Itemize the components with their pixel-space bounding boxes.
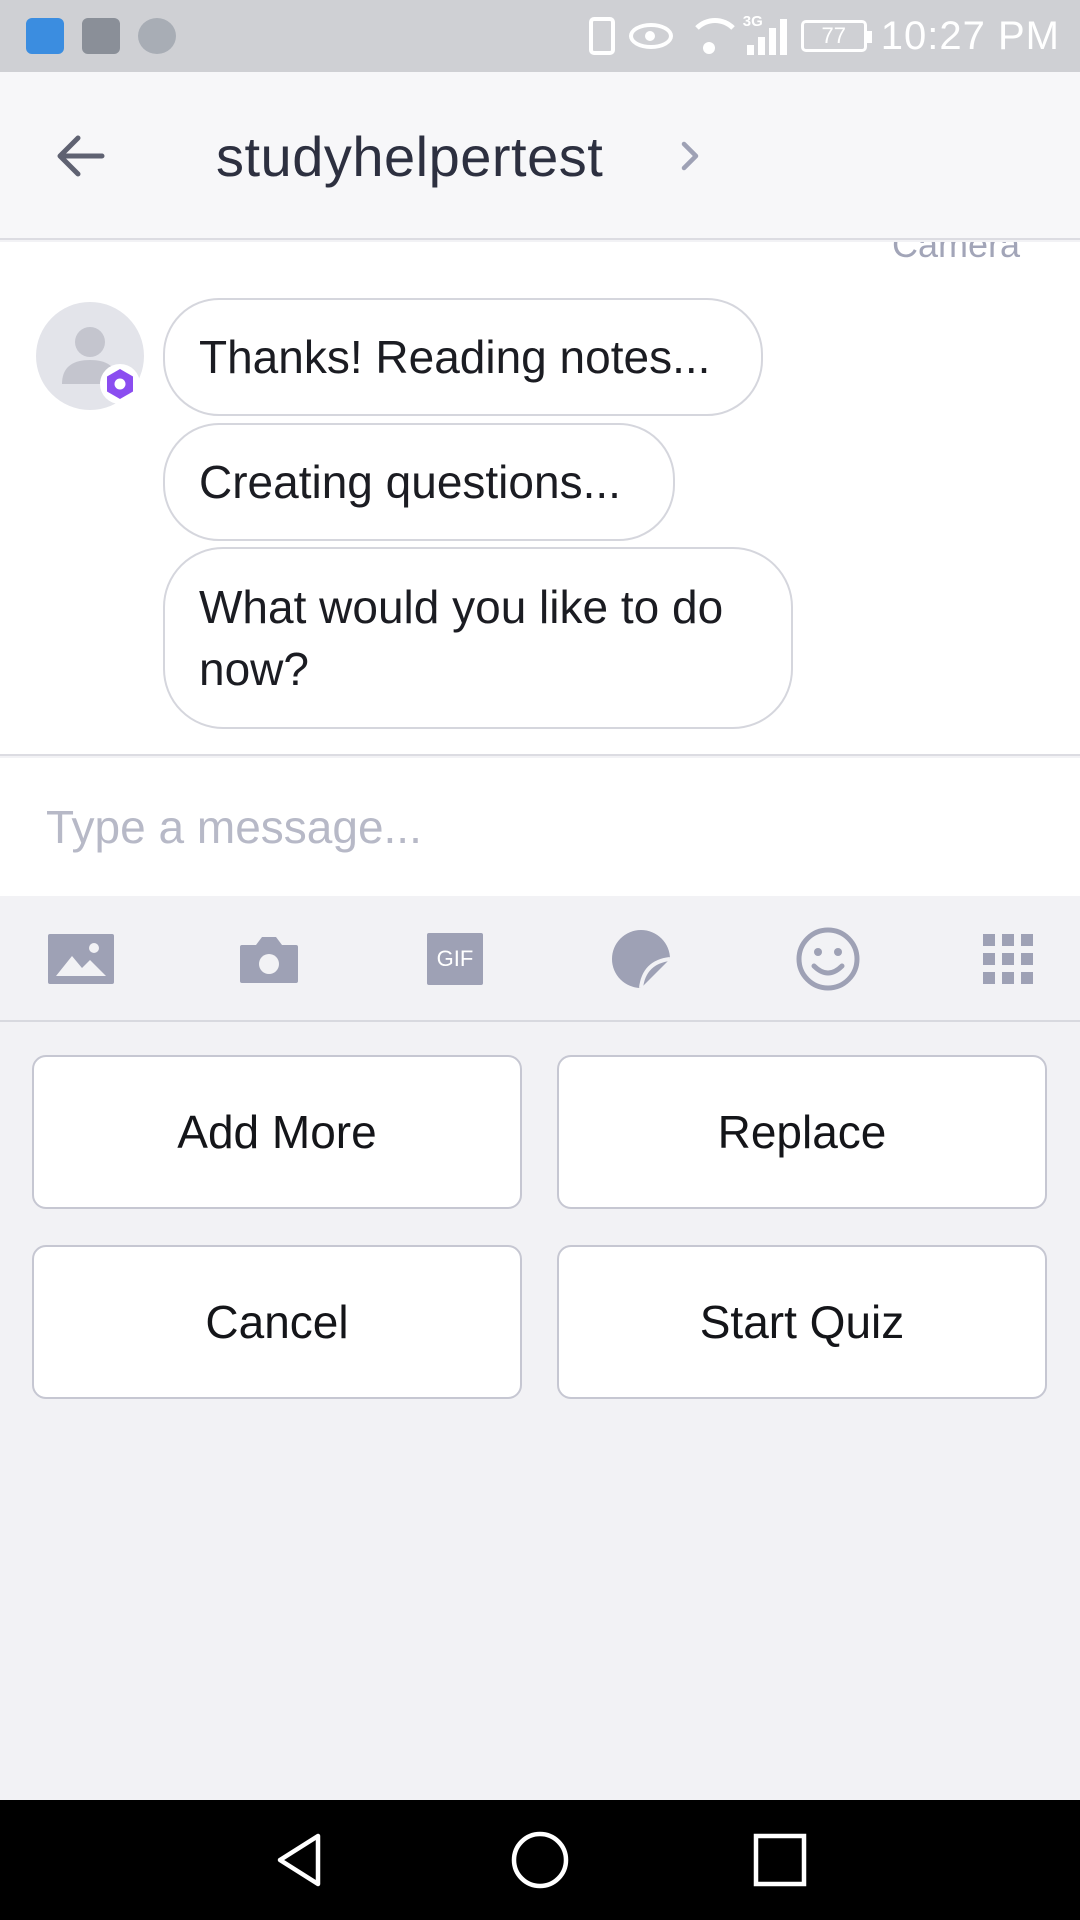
message-bubble[interactable]: Creating questions... — [163, 423, 675, 541]
message-bubble[interactable]: Thanks! Reading notes... — [163, 298, 763, 416]
camera-icon — [240, 937, 298, 983]
nav-home-icon[interactable] — [510, 1830, 570, 1890]
signal-icon: 3G — [743, 13, 787, 55]
emoji-button[interactable] — [793, 926, 863, 992]
health-app-icon — [26, 18, 64, 54]
gif-button[interactable]: GIF — [420, 926, 490, 992]
message-input[interactable] — [46, 792, 1036, 862]
image-button[interactable] — [46, 926, 116, 992]
sticker-button[interactable] — [606, 926, 676, 992]
nav-back-icon[interactable] — [272, 1830, 332, 1890]
avatar[interactable] — [36, 302, 144, 410]
status-bar: 3G 77 10:27 PM — [0, 0, 1080, 72]
grid-icon — [983, 934, 1033, 984]
composer-toolbar: GIF — [0, 896, 1080, 1022]
notification-icons — [26, 18, 176, 54]
start-quiz-button[interactable]: Start Quiz — [557, 1245, 1047, 1399]
battery-icon: 77 — [800, 20, 872, 52]
sticker-icon — [611, 930, 671, 989]
back-button[interactable] — [50, 126, 110, 186]
vibrate-icon — [588, 17, 615, 55]
replace-button[interactable]: Replace — [557, 1055, 1047, 1209]
nav-recents-icon[interactable] — [750, 1830, 810, 1890]
camera-button[interactable] — [234, 926, 304, 992]
message-list[interactable]: Camera Thanks! Reading notes... Creating… — [0, 242, 1080, 756]
hexagon-icon — [107, 369, 133, 399]
camera-label: Camera — [891, 242, 1020, 265]
photo-app-icon — [138, 18, 176, 54]
conversation-title[interactable]: studyhelpertest — [216, 124, 603, 189]
cancel-button[interactable]: Cancel — [32, 1245, 522, 1399]
eye-comfort-icon — [628, 23, 673, 49]
clock: 10:27 PM — [880, 13, 1060, 58]
back-arrow-icon — [57, 135, 105, 177]
gif-icon: GIF — [427, 933, 483, 985]
bot-badge — [100, 364, 140, 404]
system-nav-bar — [0, 1800, 1080, 1920]
network-type-label: 3G — [742, 13, 763, 30]
wifi-icon — [686, 18, 743, 54]
conversation-header: studyhelpertest — [0, 72, 1080, 240]
gallery-app-icon — [82, 18, 120, 54]
add-more-button[interactable]: Add More — [32, 1055, 522, 1209]
image-icon — [48, 934, 114, 984]
message-bubble[interactable]: What would you like to do now? — [163, 547, 793, 729]
emoji-icon — [796, 927, 860, 991]
chevron-right-icon[interactable] — [672, 138, 708, 174]
composer — [0, 758, 1080, 896]
more-apps-button[interactable] — [973, 926, 1043, 992]
